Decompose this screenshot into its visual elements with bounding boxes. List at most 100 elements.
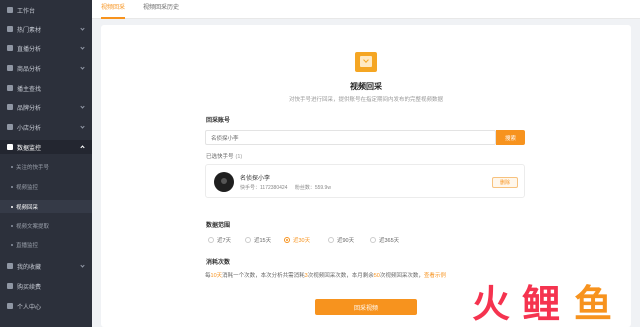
date-range-radio-group: 近7天 近15天 近30天 近90天 近365天 [205, 234, 525, 246]
usage-text-part: 次视频回采次数，本月剩余 [307, 273, 374, 279]
sidebar-subitem-copy-extract[interactable]: 视频文案提取 [0, 219, 92, 232]
live-icon [7, 45, 13, 51]
sidebar-item-profile[interactable]: 个人中心 [0, 299, 92, 313]
star-icon [7, 263, 13, 269]
account-meta: 快手号：1172380424 粉丝数：559.9w [240, 184, 337, 191]
sidebar-item-workbench[interactable]: 工作台 [0, 3, 92, 17]
bullet-icon [11, 165, 13, 168]
radio-90-days[interactable]: 近90天 [328, 234, 354, 246]
sidebar-item-live-analysis[interactable]: 直播分析 [0, 41, 92, 55]
sidebar-item-label: 播主查找 [17, 86, 42, 93]
shop-icon [7, 124, 13, 130]
radio-icon [370, 237, 376, 243]
tab-video-backfill[interactable]: 视频回采 [101, 0, 126, 19]
sidebar-item-product-analysis[interactable]: 商品分析 [0, 61, 92, 75]
bullet-icon [11, 185, 13, 188]
watermark-logo: 火 鲤 鱼 [472, 284, 634, 324]
watermark-char: 鲤 [522, 282, 561, 326]
sidebar-subitem-label: 视频回采 [16, 204, 39, 211]
bullet-icon [11, 224, 13, 227]
sidebar-subitem-video-monitor[interactable]: 视频监控 [0, 180, 92, 193]
account-fans: 粉丝数：559.9w [294, 185, 331, 191]
watermark-char: 鱼 [574, 282, 613, 326]
page-title: 视频回采 [350, 82, 382, 91]
fire-icon [7, 26, 13, 32]
user-icon [7, 303, 13, 309]
sidebar-item-label: 商品分析 [17, 66, 42, 73]
bullet-icon [11, 205, 13, 208]
home-icon [7, 7, 13, 13]
radio-label: 近365天 [379, 238, 400, 244]
account-search-input[interactable] [205, 130, 496, 145]
sidebar-subitem-followed-accounts[interactable]: 关注的快手号 [0, 160, 92, 173]
sidebar-subitem-live-monitor[interactable]: 直播监控 [0, 238, 92, 251]
chevron-down-icon [80, 65, 85, 70]
sidebar-item-label: 直播分析 [17, 46, 42, 53]
sidebar-subitem-label: 视频监控 [16, 184, 39, 191]
radio-7-days[interactable]: 近7天 [208, 234, 231, 246]
chevron-down-icon [80, 263, 85, 268]
selected-accounts-label: 已选快手号 (1) [206, 152, 242, 160]
sidebar-subitem-label: 直播监控 [16, 242, 39, 249]
radio-label: 近90天 [337, 238, 355, 244]
tab-bar: 视频回采 视频回采历史 [92, 0, 640, 19]
account-name: 名侦探小李 [240, 176, 271, 182]
watermark-char: 火 [472, 282, 511, 326]
chevron-down-icon [80, 45, 85, 50]
radio-label: 近7天 [217, 238, 232, 244]
account-search: 搜索 [205, 130, 525, 145]
avatar [214, 172, 234, 192]
search-button[interactable]: 搜索 [496, 130, 525, 145]
radio-icon [328, 237, 334, 243]
radio-label: 近15天 [254, 238, 272, 244]
search-icon [7, 85, 13, 91]
download-icon [355, 52, 377, 72]
sidebar-item-label: 小店分析 [17, 125, 42, 132]
radio-icon [208, 237, 214, 243]
sidebar-item-label: 品牌分析 [17, 105, 42, 112]
selected-accounts-count: (1) [235, 154, 243, 160]
sidebar-item-label: 购买续费 [17, 284, 42, 291]
sidebar-item-label: 工作台 [17, 8, 36, 15]
view-example-link[interactable]: 查看示例 [424, 273, 446, 279]
chevron-down-icon [80, 26, 85, 31]
bullet-icon [11, 243, 13, 246]
cart-icon [7, 65, 13, 71]
sidebar-item-hot-material[interactable]: 热门素材 [0, 22, 92, 36]
sidebar-item-label: 我的收藏 [17, 264, 42, 271]
usage-text-part: 次视频回采次数， [379, 273, 424, 279]
sidebar-item-streamer-search[interactable]: 播主查找 [0, 81, 92, 95]
tab-backfill-history[interactable]: 视频回采历史 [143, 0, 179, 19]
usage-text-part: 消耗一个次数，本次分析共需消耗 [222, 273, 305, 279]
sidebar-item-purchase[interactable]: 购买续费 [0, 279, 92, 293]
delete-account-button[interactable]: 删除 [492, 177, 518, 188]
sidebar-subitem-video-backfill[interactable]: 视频回采 [0, 200, 92, 213]
radio-15-days[interactable]: 近15天 [245, 234, 271, 246]
radio-30-days[interactable]: 近30天 [284, 234, 310, 246]
account-id: 快手号：1172380424 [240, 185, 288, 191]
usage-section-label: 消耗次数 [206, 260, 231, 266]
monitor-icon [7, 144, 13, 150]
page-subtitle: 对快手号进行回采，提供账号在指定期间内发布的完整视频数据 [288, 97, 443, 103]
submit-backfill-button[interactable]: 回采视频 [315, 299, 417, 315]
sidebar-item-shop-analysis[interactable]: 小店分析 [0, 120, 92, 134]
chevron-down-icon [80, 104, 85, 109]
chevron-down-icon [80, 124, 85, 129]
sidebar-subitem-label: 视频文案提取 [16, 223, 50, 230]
usage-period: 10天 [210, 273, 223, 279]
sidebar-item-label: 热门素材 [17, 27, 42, 34]
selected-accounts-text: 已选快手号 [206, 154, 234, 160]
selected-account-card: 名侦探小李 快手号：1172380424 粉丝数：559.9w 删除 [205, 164, 525, 198]
usage-description: 每10天消耗一个次数，本次分析共需消耗3次视频回采次数，本月剩余50次视频回采次… [205, 271, 446, 279]
radio-icon [284, 237, 290, 243]
account-section-label: 回采账号 [206, 118, 231, 124]
wallet-icon [7, 283, 13, 289]
range-section-label: 数据范围 [206, 223, 231, 229]
sidebar-item-favorites[interactable]: 我的收藏 [0, 259, 92, 273]
radio-365-days[interactable]: 近365天 [370, 234, 399, 246]
chevron-up-icon [80, 145, 85, 150]
sidebar: 工作台 热门素材 直播分析 商品分析 播主查找 品牌分析 小店分析 数据监控 关… [0, 0, 92, 327]
sidebar-subitem-label: 关注的快手号 [16, 164, 50, 171]
sidebar-item-data-monitor[interactable]: 数据监控 [0, 140, 92, 154]
sidebar-item-brand-analysis[interactable]: 品牌分析 [0, 100, 92, 114]
